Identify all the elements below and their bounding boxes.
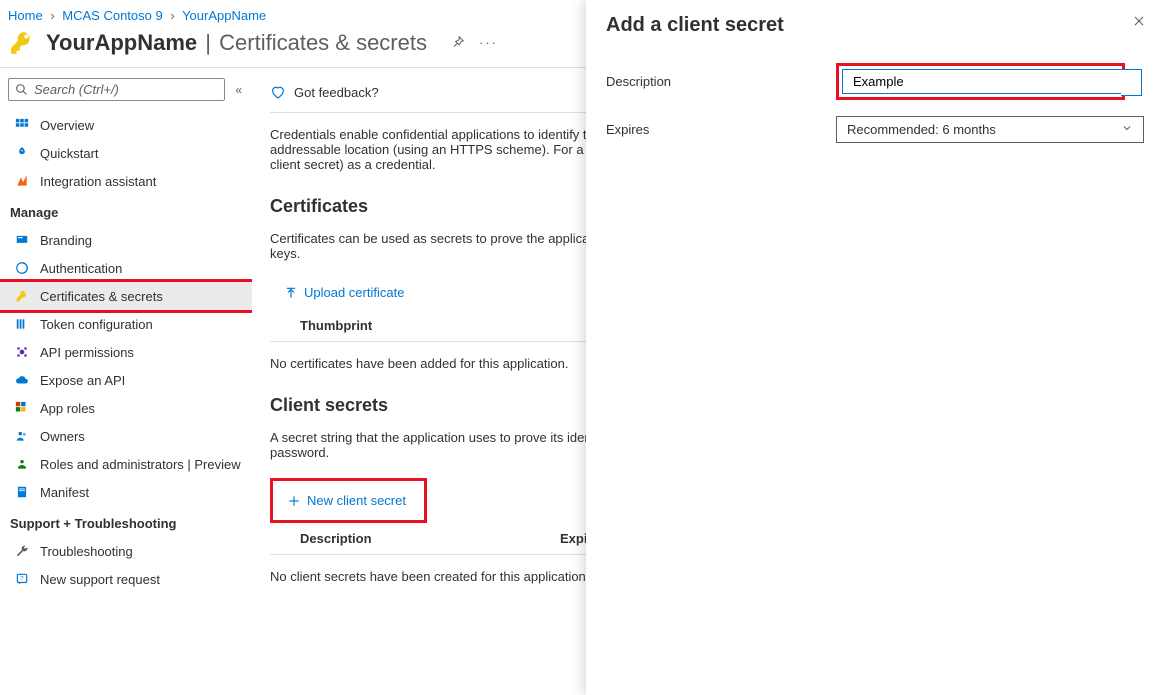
search-placeholder: Search (Ctrl+/)	[34, 82, 119, 97]
grid-icon	[14, 117, 30, 133]
sidebar-item-token-config[interactable]: Token configuration	[0, 310, 252, 338]
add-client-secret-panel: Add a client secret Description Expires …	[586, 0, 1164, 695]
sidebar-item-label: Troubleshooting	[40, 544, 133, 559]
new-client-secret-button[interactable]: New client secret	[273, 483, 420, 518]
panel-title: Add a client secret	[606, 14, 1144, 37]
breadcrumb-l2[interactable]: YourAppName	[182, 8, 266, 23]
wrench-icon	[14, 543, 30, 559]
assistant-icon	[14, 173, 30, 189]
search-input[interactable]: Search (Ctrl+/)	[8, 78, 225, 101]
sidebar-group-manage: Manage	[0, 195, 252, 226]
sidebar-item-troubleshooting[interactable]: Troubleshooting	[0, 537, 252, 565]
sidebar: Search (Ctrl+/) « Overview Quickstart In…	[0, 67, 252, 692]
upload-certificate-label: Upload certificate	[304, 285, 404, 300]
description-input-ext[interactable]	[1121, 69, 1142, 96]
sidebar-item-roles-admins[interactable]: Roles and administrators | Preview	[0, 450, 252, 478]
sidebar-item-label: Integration assistant	[40, 174, 156, 189]
sidebar-item-label: API permissions	[40, 345, 134, 360]
feedback-label: Got feedback?	[294, 85, 379, 100]
cloud-icon	[14, 372, 30, 388]
thumbprint-col: Thumbprint	[300, 318, 560, 333]
sidebar-item-label: Overview	[40, 118, 94, 133]
sidebar-item-overview[interactable]: Overview	[0, 111, 252, 139]
roles-icon	[14, 400, 30, 416]
sidebar-item-branding[interactable]: Branding	[0, 226, 252, 254]
breadcrumb-sep: ›	[50, 8, 54, 23]
pin-icon[interactable]	[451, 35, 465, 52]
sidebar-item-label: Manifest	[40, 485, 89, 500]
auth-icon	[14, 260, 30, 276]
sidebar-item-label: App roles	[40, 401, 95, 416]
key-icon	[8, 29, 36, 57]
branding-icon	[14, 232, 30, 248]
permissions-icon	[14, 344, 30, 360]
breadcrumb-sep: ›	[170, 8, 174, 23]
page-title-app: YourAppName	[46, 30, 197, 55]
sidebar-item-label: New support request	[40, 572, 160, 587]
description-input[interactable]	[842, 69, 1122, 94]
sidebar-item-owners[interactable]: Owners	[0, 422, 252, 450]
sidebar-item-integration[interactable]: Integration assistant	[0, 167, 252, 195]
page-title: YourAppName | Certificates & secrets	[46, 30, 427, 56]
sidebar-item-label: Certificates & secrets	[40, 289, 163, 304]
more-icon[interactable]: ···	[479, 35, 498, 52]
sidebar-item-manifest[interactable]: Manifest	[0, 478, 252, 506]
breadcrumb-home[interactable]: Home	[8, 8, 43, 23]
sidebar-item-quickstart[interactable]: Quickstart	[0, 139, 252, 167]
sidebar-item-label: Authentication	[40, 261, 122, 276]
sidebar-item-app-roles[interactable]: App roles	[0, 394, 252, 422]
admin-icon	[14, 456, 30, 472]
close-icon[interactable]	[1132, 14, 1146, 31]
sidebar-item-certificates-secrets[interactable]: Certificates & secrets	[0, 282, 252, 310]
sidebar-item-label: Expose an API	[40, 373, 125, 388]
breadcrumb-l1[interactable]: MCAS Contoso 9	[62, 8, 162, 23]
new-client-secret-label: New client secret	[307, 493, 406, 508]
key-icon	[14, 288, 30, 304]
rocket-icon	[14, 145, 30, 161]
chevron-down-icon	[1121, 122, 1133, 137]
sidebar-item-label: Quickstart	[40, 146, 99, 161]
sidebar-item-expose-api[interactable]: Expose an API	[0, 366, 252, 394]
token-icon	[14, 316, 30, 332]
expires-select[interactable]: Recommended: 6 months	[836, 116, 1144, 143]
description-label: Description	[606, 74, 836, 89]
expires-label: Expires	[606, 122, 836, 137]
collapse-sidebar-icon[interactable]: «	[231, 81, 246, 99]
sidebar-item-new-support[interactable]: ? New support request	[0, 565, 252, 593]
page-title-sub: Certificates & secrets	[219, 30, 427, 55]
sidebar-item-api-permissions[interactable]: API permissions	[0, 338, 252, 366]
sidebar-group-support: Support + Troubleshooting	[0, 506, 252, 537]
description-col: Description	[300, 531, 560, 546]
svg-text:?: ?	[20, 576, 24, 582]
sidebar-item-label: Owners	[40, 429, 85, 444]
manifest-icon	[14, 484, 30, 500]
upload-certificate-button[interactable]: Upload certificate	[270, 275, 418, 310]
owners-icon	[14, 428, 30, 444]
support-icon: ?	[14, 571, 30, 587]
sidebar-item-label: Token configuration	[40, 317, 153, 332]
sidebar-item-authentication[interactable]: Authentication	[0, 254, 252, 282]
sidebar-item-label: Branding	[40, 233, 92, 248]
expires-value: Recommended: 6 months	[847, 122, 996, 137]
sidebar-item-label: Roles and administrators | Preview	[40, 457, 241, 472]
